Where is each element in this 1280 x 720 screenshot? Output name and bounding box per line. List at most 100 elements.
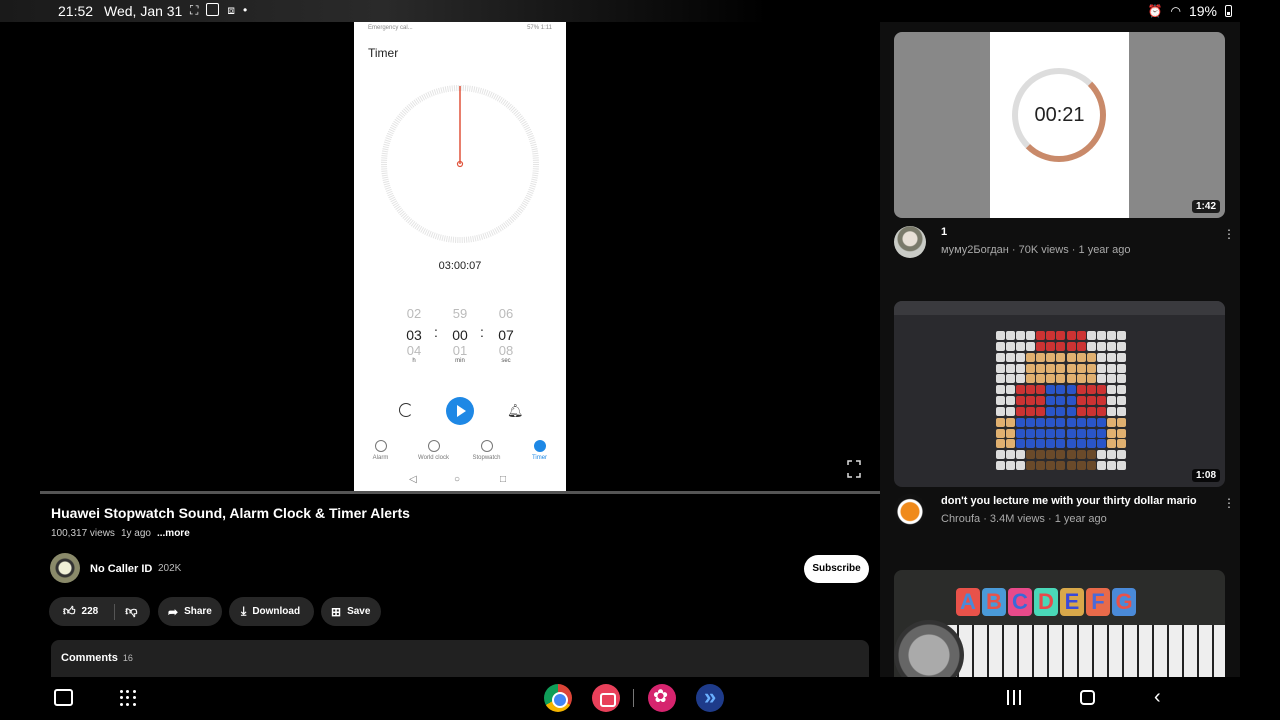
pixel-cell xyxy=(1036,396,1046,406)
pixel-cell xyxy=(1106,450,1116,460)
comments-panel[interactable]: Comments 16 xyxy=(51,640,869,677)
comments-count: 16 xyxy=(122,653,133,663)
pixel-cell xyxy=(1106,341,1116,351)
pixel-cell xyxy=(1076,428,1086,438)
pixel-cell xyxy=(1096,385,1106,395)
minutes-column[interactable]: 59 00 01 min xyxy=(445,304,475,364)
pixel-cell xyxy=(1006,439,1016,449)
alarm-status-icon: ⏰ xyxy=(1147,4,1163,18)
pixel-cell xyxy=(1096,363,1106,373)
wifi-icon: ◠ xyxy=(1170,4,1181,18)
pixel-cell xyxy=(1046,385,1056,395)
pixel-cell xyxy=(996,331,1005,340)
recommendation-channel-avatar[interactable] xyxy=(894,494,926,526)
pixel-cell xyxy=(1036,428,1046,438)
pixel-cell xyxy=(1026,450,1036,460)
comments-label: Comments xyxy=(61,652,118,664)
bell-icon[interactable]: 🔔︎ xyxy=(507,403,524,419)
recommendation-meta: муму2Богдан · 70K views · 1 year ago xyxy=(941,244,1131,256)
pixel-cell xyxy=(1086,385,1096,395)
nav-world-clock[interactable]: World clock xyxy=(407,440,460,468)
pixel-cell xyxy=(1096,439,1106,449)
reset-icon[interactable] xyxy=(399,403,413,417)
pixel-cell xyxy=(1116,352,1126,362)
phone-status-bar: Emergency cal... 57% 1:11 xyxy=(354,22,566,36)
recents-icon[interactable] xyxy=(1007,690,1021,705)
like-count[interactable]: 228 xyxy=(82,606,99,617)
thumbs-down-icon[interactable]: 👎︎ xyxy=(125,604,137,619)
pixel-cell xyxy=(1116,439,1126,449)
pixel-cell xyxy=(1116,406,1126,416)
pixel-cell xyxy=(1036,406,1046,416)
back-icon[interactable]: ‹ xyxy=(1154,687,1161,707)
pixel-cell xyxy=(1076,396,1086,406)
pixel-cell xyxy=(1096,341,1106,351)
share-button[interactable]: ➦ Share xyxy=(158,597,222,626)
nav-stopwatch[interactable]: Stopwatch xyxy=(460,440,513,468)
camera-app-icon[interactable] xyxy=(592,684,620,712)
thumbs-up-icon[interactable]: 👍︎ xyxy=(63,604,76,619)
nav-world-clock-label: World clock xyxy=(418,455,449,461)
channel-name[interactable]: No Caller ID xyxy=(90,563,152,575)
recommendation-thumbnail[interactable]: 00:21 1:42 xyxy=(894,32,1225,218)
pixel-cell xyxy=(1056,341,1066,351)
pixel-cell xyxy=(1066,352,1076,362)
more-link[interactable]: ...more xyxy=(157,528,190,539)
chrome-app-icon[interactable] xyxy=(544,684,572,712)
pixel-cell xyxy=(1096,331,1106,340)
more-options-icon[interactable]: ⋮ xyxy=(1223,227,1235,241)
download-label: Download xyxy=(252,606,301,617)
screenshot-icon: ⛶ xyxy=(190,3,199,17)
hours-column[interactable]: 02 03 04 h xyxy=(399,304,429,364)
pixel-cell xyxy=(1016,331,1026,340)
time-picker[interactable]: 02 03 04 h : 59 00 01 min : 06 07 08 sec xyxy=(354,304,566,374)
pixel-cell xyxy=(1076,352,1086,362)
minutes-unit: min xyxy=(455,358,465,364)
seconds-column[interactable]: 06 07 08 sec xyxy=(491,304,521,364)
recommendation-thumbnail[interactable]: A B C D E F G xyxy=(894,570,1225,677)
download-button[interactable]: ⤓ Download xyxy=(229,597,314,626)
pixel-cell xyxy=(1076,417,1086,427)
timer-icon xyxy=(533,440,546,452)
channel-avatar[interactable] xyxy=(50,553,80,583)
pixel-cell xyxy=(1006,352,1016,362)
pixel-cell xyxy=(1116,417,1126,427)
letter-d: D xyxy=(1034,588,1058,616)
save-button[interactable]: ⊞ Save xyxy=(321,597,381,626)
channel-subscribers: 202K xyxy=(158,563,182,574)
video-player[interactable]: Emergency cal... 57% 1:11 Timer 03:00:07… xyxy=(40,22,880,492)
play-button[interactable] xyxy=(446,397,474,425)
recommendation-channel-avatar[interactable] xyxy=(894,226,926,258)
home-icon[interactable] xyxy=(1080,690,1095,705)
pixel-cell xyxy=(1026,439,1036,449)
screen-record-icon: ⧈ xyxy=(227,3,236,17)
fast-forward-app-icon[interactable] xyxy=(696,684,724,712)
pixel-cell xyxy=(1046,341,1056,351)
seconds-next: 08 xyxy=(498,346,514,356)
stopwatch-icon xyxy=(480,440,493,452)
pixel-cell xyxy=(1086,341,1096,351)
letter-c: C xyxy=(1008,588,1032,616)
more-options-icon[interactable]: ⋮ xyxy=(1223,496,1235,510)
timer-controls: 🔔︎ xyxy=(354,396,566,426)
pixel-cell xyxy=(1116,450,1126,460)
gallery-app-icon[interactable] xyxy=(648,684,676,712)
pixel-cell xyxy=(1116,461,1126,471)
share-label: Share xyxy=(184,606,212,617)
recommendation-title[interactable]: 1 xyxy=(941,226,947,238)
recommendation-thumbnail[interactable]: 1:08 xyxy=(894,301,1225,487)
share-icon: ➦ xyxy=(168,604,179,619)
nav-alarm[interactable]: Alarm xyxy=(354,440,407,468)
subscribe-button[interactable]: Subscribe xyxy=(804,555,869,583)
pixel-cell xyxy=(996,352,1005,362)
save-playlist-icon: ⊞ xyxy=(331,604,342,619)
video-progress-bar[interactable] xyxy=(40,491,880,494)
fullscreen-icon[interactable] xyxy=(847,460,861,478)
nav-timer[interactable]: Timer xyxy=(513,440,566,468)
recommendation-title[interactable]: don't you lecture me with your thirty do… xyxy=(941,495,1197,507)
pixel-cell xyxy=(996,439,1005,449)
pixel-cell xyxy=(1076,385,1086,395)
app-drawer-icon[interactable] xyxy=(120,690,136,706)
pixel-cell xyxy=(1026,374,1036,384)
screen-cast-icon[interactable] xyxy=(54,689,73,706)
